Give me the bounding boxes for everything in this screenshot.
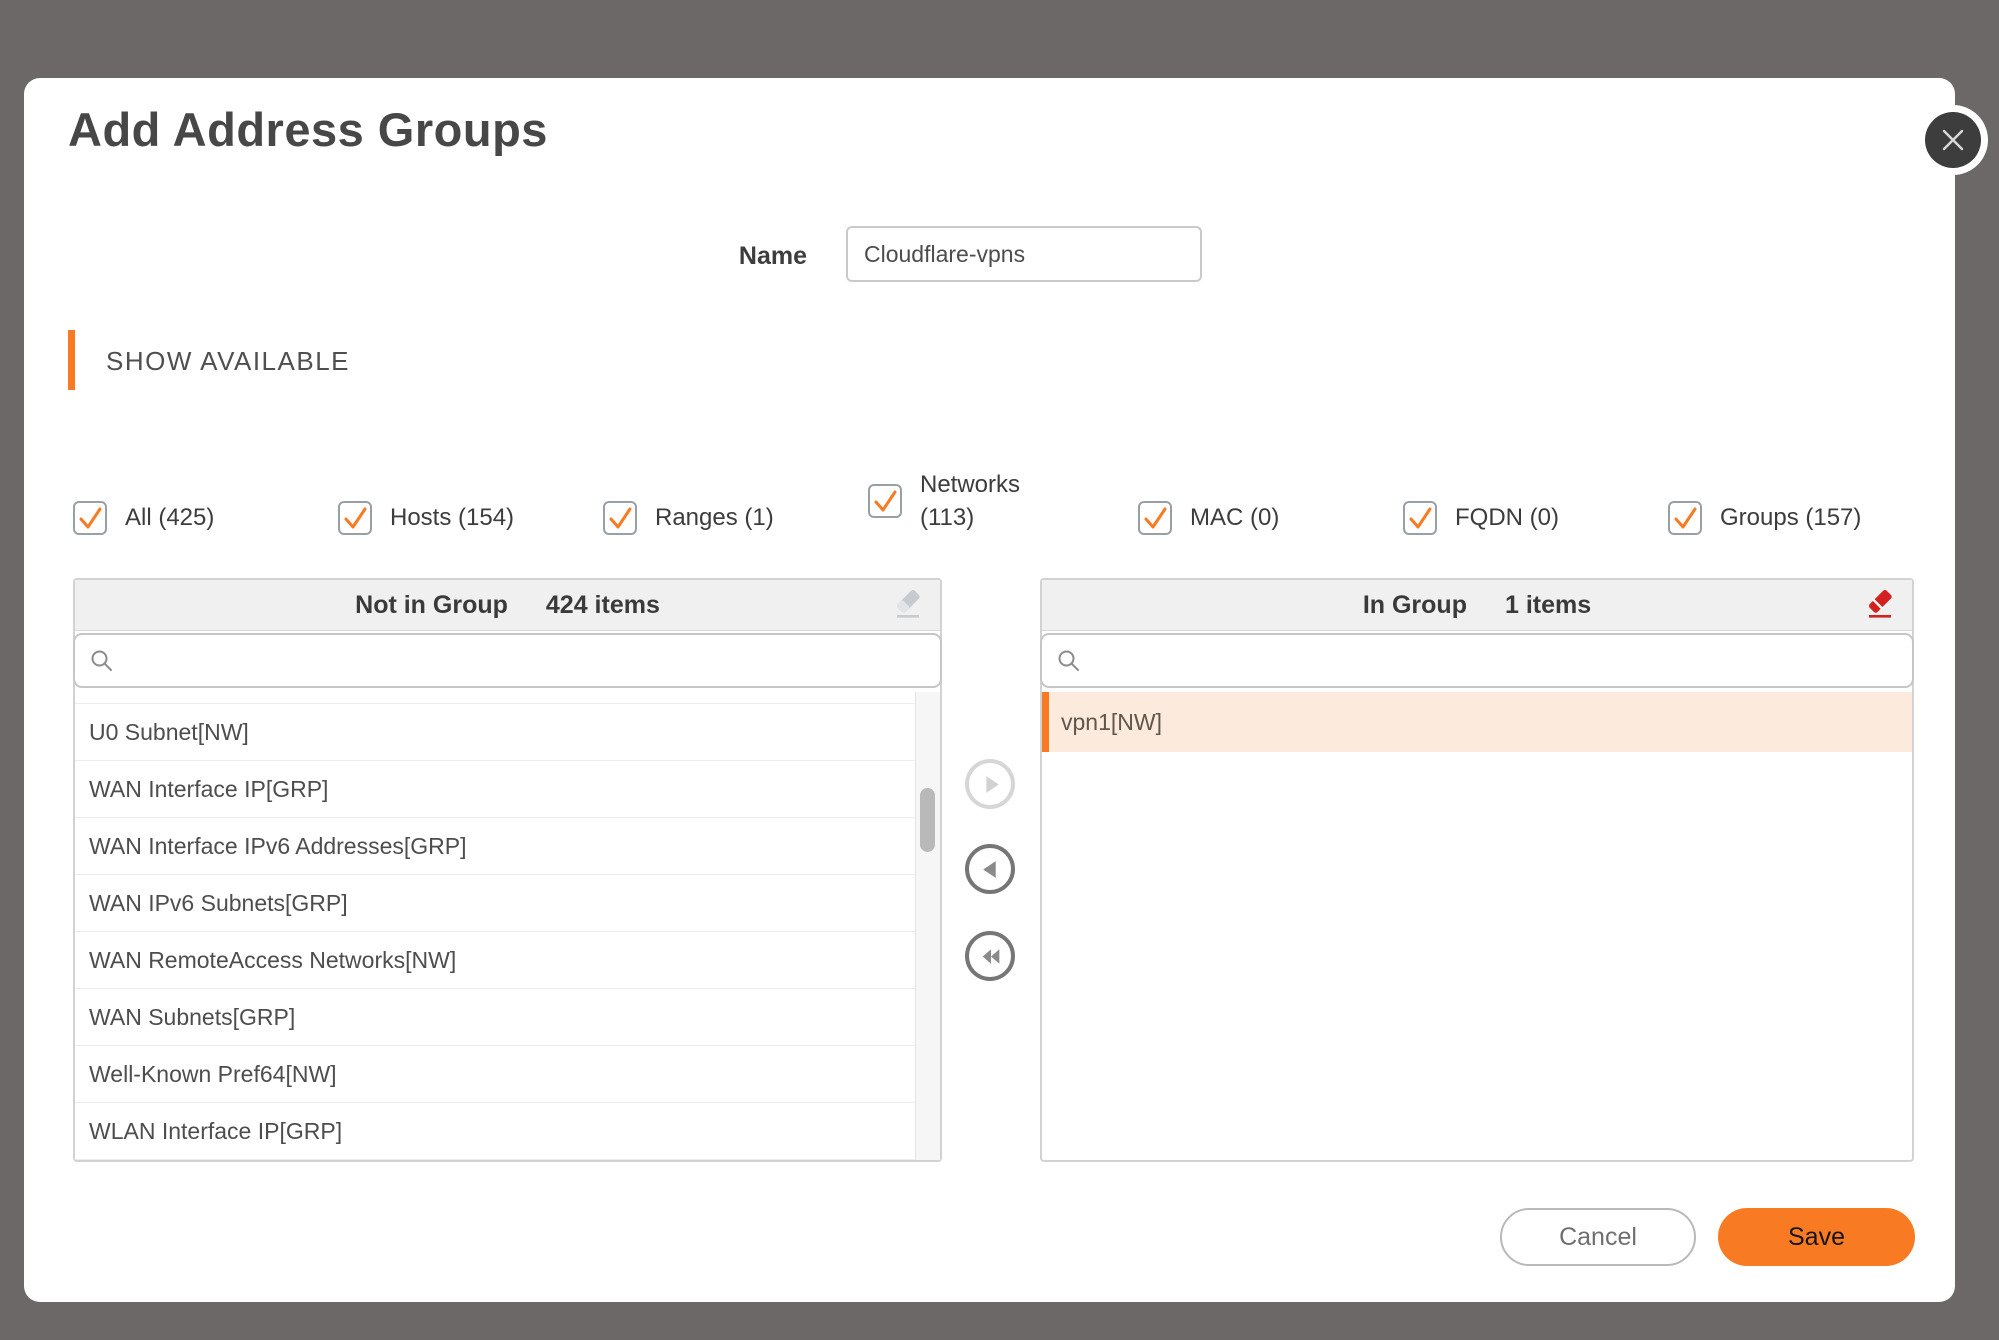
arrow-left-icon — [978, 857, 1003, 882]
list-item[interactable]: Well-Known Pref64[NW] — [75, 1046, 916, 1103]
in-group-count: 1 items — [1505, 591, 1591, 620]
clear-group-icon[interactable] — [1862, 587, 1898, 623]
add-address-groups-dialog: Add Address Groups Name SHOW AVAILABLE A… — [24, 78, 1955, 1302]
move-all-left-button[interactable] — [965, 931, 1015, 981]
checkmark-icon — [1670, 503, 1700, 533]
filter-label-groups: Groups (157) — [1720, 504, 1861, 532]
page-title: Add Address Groups — [68, 102, 548, 157]
list-item-partial — [75, 692, 916, 704]
in-group-list: vpn1[NW] — [1042, 692, 1912, 1160]
filter-label-networks: Networks (113) — [920, 468, 1044, 534]
list-item[interactable]: WAN RemoteAccess Networks[NW] — [75, 932, 916, 989]
filter-checkbox-groups[interactable] — [1668, 501, 1702, 535]
filter-checkbox-networks[interactable] — [868, 484, 902, 518]
not-in-group-header: Not in Group 424 items — [75, 580, 940, 631]
filter-checkbox-all[interactable] — [73, 501, 107, 535]
checkmark-icon — [870, 486, 900, 516]
filter-item-groups: Groups (157) — [1668, 490, 1861, 546]
in-group-header: In Group 1 items — [1042, 580, 1912, 631]
list-item[interactable]: WAN Interface IPv6 Addresses[GRP] — [75, 818, 916, 875]
checkmark-icon — [75, 503, 105, 533]
filter-label-fqdn: FQDN (0) — [1455, 504, 1559, 532]
list-item[interactable]: WLAN Interface IP[GRP] — [75, 1103, 916, 1160]
move-right-button[interactable] — [965, 759, 1015, 809]
in-group-search — [1040, 633, 1914, 688]
list-item[interactable]: vpn1[NW] — [1042, 692, 1912, 752]
not-in-group-search — [73, 633, 942, 688]
filter-item-all: All (425) — [73, 490, 214, 546]
checkmark-icon — [605, 503, 635, 533]
name-field-label: Name — [607, 242, 807, 271]
arrow-right-icon — [978, 772, 1003, 797]
filter-checkbox-fqdn[interactable] — [1403, 501, 1437, 535]
backdrop: { "dialog": { "title": "Add Address Grou… — [0, 0, 1999, 1340]
close-button[interactable] — [1925, 112, 1981, 168]
filter-item-hosts: Hosts (154) — [338, 490, 514, 546]
filter-item-mac: MAC (0) — [1138, 490, 1279, 546]
close-icon — [1940, 127, 1966, 153]
filter-label-ranges: Ranges (1) — [655, 504, 774, 532]
not-in-group-count: 424 items — [546, 591, 660, 620]
list-item[interactable]: U0 Subnet[NW] — [75, 704, 916, 761]
save-button[interactable]: Save — [1718, 1208, 1915, 1266]
clear-selection-icon[interactable] — [890, 587, 926, 623]
search-icon — [1056, 648, 1082, 674]
section-header: SHOW AVAILABLE — [106, 346, 350, 377]
name-input[interactable] — [846, 226, 1202, 282]
not-in-group-title: Not in Group — [355, 591, 508, 620]
list-item[interactable]: WAN Interface IP[GRP] — [75, 761, 916, 818]
move-left-button[interactable] — [965, 844, 1015, 894]
scrollbar-track[interactable] — [915, 692, 940, 1160]
cancel-button[interactable]: Cancel — [1500, 1208, 1696, 1266]
filter-label-all: All (425) — [125, 504, 214, 532]
double-arrow-left-icon — [978, 944, 1003, 969]
not-in-group-list: U0 Subnet[NW]WAN Interface IP[GRP]WAN In… — [75, 692, 916, 1160]
in-group-search-input[interactable] — [1090, 634, 1912, 687]
search-icon — [89, 648, 115, 674]
scrollbar-thumb[interactable] — [920, 788, 935, 852]
filter-checkbox-ranges[interactable] — [603, 501, 637, 535]
filter-item-ranges: Ranges (1) — [603, 490, 774, 546]
not-in-group-search-input[interactable] — [123, 634, 940, 687]
checkmark-icon — [1140, 503, 1170, 533]
filter-label-mac: MAC (0) — [1190, 504, 1279, 532]
section-accent-bar — [68, 330, 75, 390]
filter-label-hosts: Hosts (154) — [390, 504, 514, 532]
filter-checkbox-mac[interactable] — [1138, 501, 1172, 535]
filter-checkbox-hosts[interactable] — [338, 501, 372, 535]
in-group-panel: In Group 1 items vpn1[NW] — [1040, 578, 1914, 1162]
not-in-group-panel: Not in Group 424 items U0 Subnet[NW]WAN … — [73, 578, 942, 1162]
list-item[interactable]: WAN IPv6 Subnets[GRP] — [75, 875, 916, 932]
in-group-title: In Group — [1363, 591, 1467, 620]
checkmark-icon — [340, 503, 370, 533]
list-item[interactable]: WAN Subnets[GRP] — [75, 989, 916, 1046]
close-button-ring — [1918, 105, 1988, 175]
filter-item-fqdn: FQDN (0) — [1403, 490, 1559, 546]
filter-item-networks: Networks (113) — [868, 464, 1044, 538]
checkmark-icon — [1405, 503, 1435, 533]
